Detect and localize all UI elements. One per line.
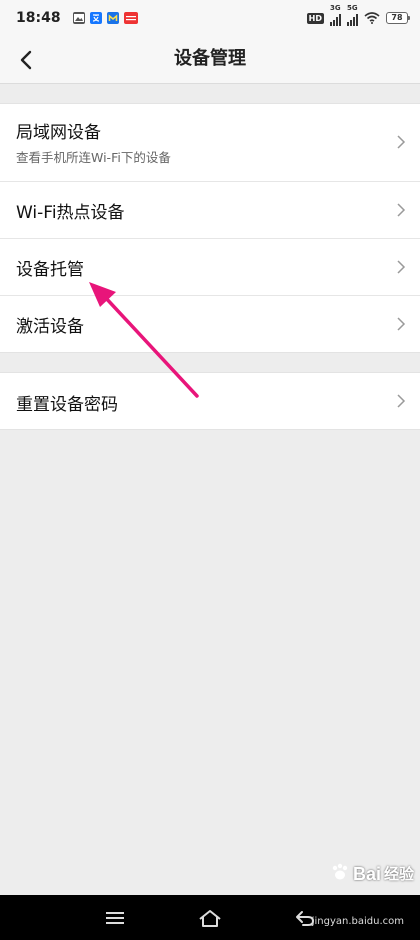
- toutiao-icon: [123, 12, 138, 24]
- menu-item-activate-device[interactable]: 激活设备: [0, 295, 420, 352]
- watermark-logo: Bai 经验: [330, 862, 414, 886]
- battery-icon: 78: [386, 12, 410, 24]
- home-icon: [199, 910, 221, 927]
- page-title: 设备管理: [174, 48, 246, 69]
- menu-group-devices: 局域网设备 查看手机所连Wi-Fi下的设备 Wi-Fi热点设备 设备托管 激活设…: [0, 103, 420, 353]
- chevron-right-icon: [397, 260, 406, 274]
- hd-badge: HD: [306, 12, 324, 24]
- signal-5g-icon: 5G: [347, 4, 358, 26]
- back-button[interactable]: [12, 46, 40, 74]
- translate-icon: [89, 12, 102, 24]
- menu-icon: [106, 912, 124, 924]
- back-arrow-icon: [20, 50, 32, 70]
- gallery-icon: [72, 12, 85, 24]
- chevron-right-icon: [397, 317, 406, 331]
- menu-nav-button[interactable]: [102, 905, 128, 931]
- status-time: 18:48: [16, 10, 61, 26]
- wifi-icon: [364, 9, 380, 28]
- watermark-brand: Bai: [352, 864, 381, 884]
- watermark-site: jingyan.baidu.com: [311, 916, 404, 927]
- watermark-brand-suffix: 经验: [383, 865, 414, 883]
- menu-item-reset-device-password[interactable]: 重置设备密码: [0, 373, 420, 429]
- home-nav-button[interactable]: [197, 905, 223, 931]
- signal-1-label: 3G: [330, 4, 341, 12]
- signal-3g-icon: 3G: [330, 4, 341, 26]
- menu-item-device-hosting[interactable]: 设备托管: [0, 238, 420, 295]
- paw-icon: [330, 862, 350, 886]
- menu-item-label: Wi-Fi热点设备: [16, 203, 125, 223]
- app-m-icon: [106, 12, 119, 24]
- menu-item-label: 激活设备: [16, 317, 84, 337]
- menu-item-label: 重置设备密码: [16, 395, 118, 415]
- notification-icons: [72, 12, 138, 24]
- signal-2-label: 5G: [347, 4, 358, 12]
- menu-item-wifi-hotspot-devices[interactable]: Wi-Fi热点设备: [0, 181, 420, 238]
- chevron-right-icon: [397, 135, 406, 149]
- chevron-right-icon: [397, 203, 406, 217]
- title-bar: 设备管理: [0, 36, 420, 84]
- menu-group-password: 重置设备密码: [0, 372, 420, 430]
- menu-item-lan-devices[interactable]: 局域网设备 查看手机所连Wi-Fi下的设备: [0, 104, 420, 181]
- menu-item-subtitle: 查看手机所连Wi-Fi下的设备: [16, 150, 171, 165]
- menu-item-label: 设备托管: [16, 260, 84, 280]
- menu-item-label: 局域网设备: [16, 123, 101, 143]
- status-right: HD 3G 5G 78: [306, 4, 410, 28]
- status-bar: 18:48 HD 3G 5G 78: [0, 0, 420, 36]
- chevron-right-icon: [397, 394, 406, 408]
